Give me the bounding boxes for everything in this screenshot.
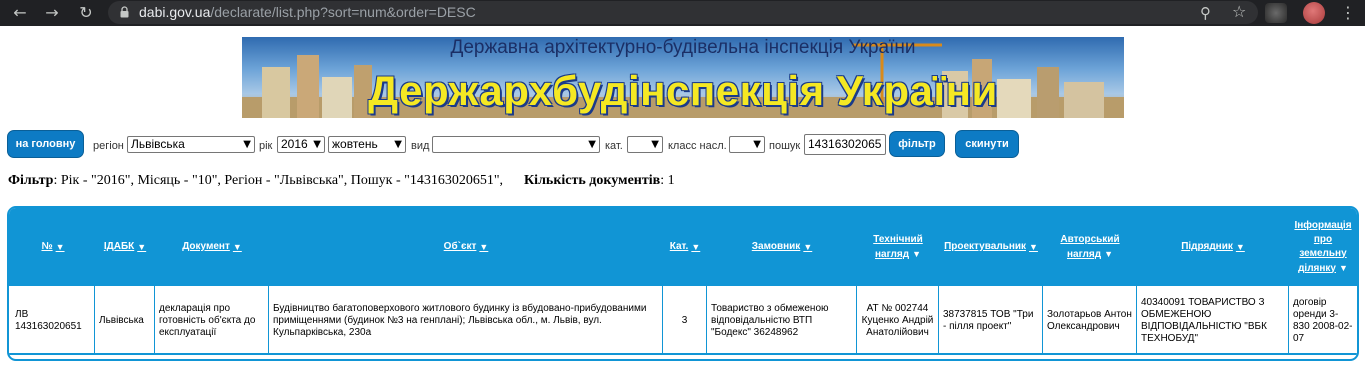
reset-button[interactable]: скинути bbox=[955, 130, 1019, 158]
cell-tech-supervision: АТ № 002744 Куценко Андрій Анатолійович bbox=[857, 286, 939, 355]
column-header-land-line1: Інформація bbox=[1294, 219, 1352, 231]
search-label: пошук bbox=[769, 140, 801, 152]
sort-down-icon: ▼ bbox=[1029, 242, 1038, 252]
document-count-value: : 1 bbox=[660, 173, 675, 188]
class-label: класс насл. bbox=[668, 140, 727, 152]
sort-down-icon: ▼ bbox=[912, 248, 921, 259]
back-icon[interactable]: ← bbox=[10, 3, 30, 23]
region-select[interactable]: Львівська ▼ bbox=[127, 136, 255, 153]
forward-icon[interactable]: → bbox=[42, 3, 62, 23]
region-label: регіон bbox=[93, 140, 124, 152]
cell-cat: 3 bbox=[663, 286, 707, 355]
home-button[interactable]: на головну bbox=[7, 130, 84, 158]
extension-icon[interactable] bbox=[1265, 3, 1287, 23]
sort-down-icon: ▼ bbox=[691, 242, 701, 252]
column-header-num[interactable]: № ▼ bbox=[11, 208, 95, 286]
column-header-land-line3: земельну bbox=[1299, 247, 1347, 259]
year-select[interactable]: 2016 ▼ bbox=[277, 136, 325, 153]
banner-subtitle: Державна архітектурно-будівельна інспекц… bbox=[450, 37, 916, 58]
column-header-object-text: Об`єкт bbox=[443, 241, 477, 252]
sort-down-icon: ▼ bbox=[1104, 248, 1113, 259]
url-host: dabi.gov.ua bbox=[139, 4, 211, 20]
filter-button[interactable]: фільтр bbox=[889, 131, 945, 157]
row-divider bbox=[9, 353, 1357, 355]
month-select[interactable]: жовтень ▼ bbox=[328, 136, 406, 153]
url-text[interactable]: dabi.gov.ua/declarate/list.php?sort=num&… bbox=[139, 4, 476, 20]
month-select-value: жовтень bbox=[332, 137, 378, 151]
column-header-author-line1: Авторський bbox=[1060, 233, 1120, 245]
year-label: рік bbox=[259, 140, 273, 152]
chevron-down-icon: ▼ bbox=[394, 139, 402, 150]
search-input[interactable]: 14316302065 bbox=[804, 134, 886, 155]
cell-customer: Товариство з обмеженою відповідальністю … bbox=[707, 286, 857, 355]
column-header-tech-line2: нагляд bbox=[875, 248, 910, 260]
column-header-author-supervision[interactable]: Авторський нагляд ▼ bbox=[1043, 208, 1137, 286]
column-header-cat-text: Кат. bbox=[669, 241, 689, 252]
sort-down-icon: ▼ bbox=[803, 242, 813, 252]
document-count-label: Кількість документів bbox=[524, 173, 661, 188]
sort-down-icon: ▼ bbox=[1235, 242, 1245, 252]
column-header-num-text: № bbox=[41, 241, 53, 252]
chevron-down-icon: ▼ bbox=[243, 139, 251, 150]
star-icon[interactable]: ☆ bbox=[1232, 2, 1246, 21]
sort-down-icon: ▼ bbox=[137, 242, 147, 252]
chevron-down-icon: ▼ bbox=[753, 139, 761, 150]
column-header-land-info[interactable]: Інформація про земельну ділянку ▼ bbox=[1289, 208, 1357, 286]
class-select[interactable]: ▼ bbox=[729, 136, 765, 153]
cat-select[interactable]: ▼ bbox=[627, 136, 663, 153]
cat-label: кат. bbox=[605, 140, 623, 152]
kind-label: вид bbox=[411, 140, 430, 152]
url-path: /declarate/list.php?sort=num&order=DESC bbox=[210, 4, 476, 20]
column-header-contractor-text: Підрядник bbox=[1181, 241, 1233, 252]
column-header-tech-line1: Технічний bbox=[873, 233, 923, 245]
declarations-table: № ▼ ІДАБК ▼ Документ ▼ Об`єкт ▼ Кат. ▼ Замовн… bbox=[7, 206, 1359, 361]
column-header-object[interactable]: Об`єкт ▼ bbox=[269, 208, 663, 286]
column-header-tech-supervision[interactable]: Технічний нагляд ▼ bbox=[857, 208, 939, 286]
chevron-down-icon: ▼ bbox=[651, 139, 659, 150]
banner-title: Держархбудінспекція України bbox=[368, 67, 998, 114]
cell-document: декларація про готовність об'єкта до екс… bbox=[155, 286, 269, 355]
column-header-customer[interactable]: Замовник ▼ bbox=[707, 208, 857, 286]
column-header-idabk[interactable]: ІДАБК ▼ bbox=[95, 208, 155, 286]
column-header-land-line2: про bbox=[1313, 233, 1333, 245]
column-header-land-line4: ділянку bbox=[1298, 262, 1336, 274]
column-header-contractor[interactable]: Підрядник ▼ bbox=[1137, 208, 1289, 286]
cell-num: ЛВ 143163020651 bbox=[11, 286, 95, 355]
column-header-customer-text: Замовник bbox=[751, 241, 801, 252]
sort-down-icon: ▼ bbox=[1339, 262, 1348, 273]
sort-down-icon: ▼ bbox=[55, 242, 65, 252]
chevron-down-icon: ▼ bbox=[588, 139, 596, 150]
column-header-designer-text: Проектувальник bbox=[944, 241, 1027, 252]
cell-author-supervision: Золотарьов Антон Олександрович bbox=[1043, 286, 1137, 355]
column-header-author-line2: нагляд bbox=[1067, 248, 1102, 260]
cell-designer: 38737815 ТОВ "Три - пілля проект" bbox=[939, 286, 1043, 355]
kind-select[interactable]: ▼ bbox=[432, 136, 600, 153]
avatar[interactable] bbox=[1303, 2, 1325, 24]
zoom-icon[interactable]: ⚲ bbox=[1200, 4, 1211, 22]
chevron-down-icon: ▼ bbox=[313, 139, 321, 150]
column-header-document[interactable]: Документ ▼ bbox=[155, 208, 269, 286]
cell-contractor: 40340091 ТОВАРИСТВО З ОБМЕЖЕНОЮ ВІДПОВІД… bbox=[1137, 286, 1289, 355]
cell-idabk: Львівська bbox=[95, 286, 155, 355]
site-banner: Державна архітектурно-будівельна інспекц… bbox=[242, 37, 1124, 118]
sort-down-icon: ▼ bbox=[479, 242, 489, 252]
filter-summary-label: Фільтр bbox=[8, 173, 54, 188]
browser-toolbar: ← → ↻ dabi.gov.ua/declarate/list.php?sor… bbox=[0, 0, 1365, 26]
cell-object: Будівництво багатоповерхового житлового … bbox=[269, 286, 663, 355]
region-select-value: Львівська bbox=[131, 137, 185, 151]
menu-icon[interactable]: ⋮ bbox=[1340, 3, 1356, 22]
column-header-designer[interactable]: Проектувальник ▼ bbox=[939, 208, 1043, 286]
column-header-cat[interactable]: Кат. ▼ bbox=[663, 208, 707, 286]
year-select-value: 2016 bbox=[281, 137, 308, 151]
sort-down-icon: ▼ bbox=[232, 242, 242, 252]
column-header-idabk-text: ІДАБК bbox=[103, 241, 135, 252]
lock-icon bbox=[120, 6, 129, 18]
filter-summary-text: : Рік - "2016", Місяць - "10", Регіон - … bbox=[53, 173, 504, 188]
column-header-document-text: Документ bbox=[182, 241, 230, 252]
cell-land-info: договір оренди 3-830 2008-02-07 bbox=[1289, 286, 1357, 355]
filter-summary: Фільтр: Рік - "2016", Місяць - "10", Рег… bbox=[8, 173, 675, 189]
reload-icon[interactable]: ↻ bbox=[76, 3, 96, 23]
